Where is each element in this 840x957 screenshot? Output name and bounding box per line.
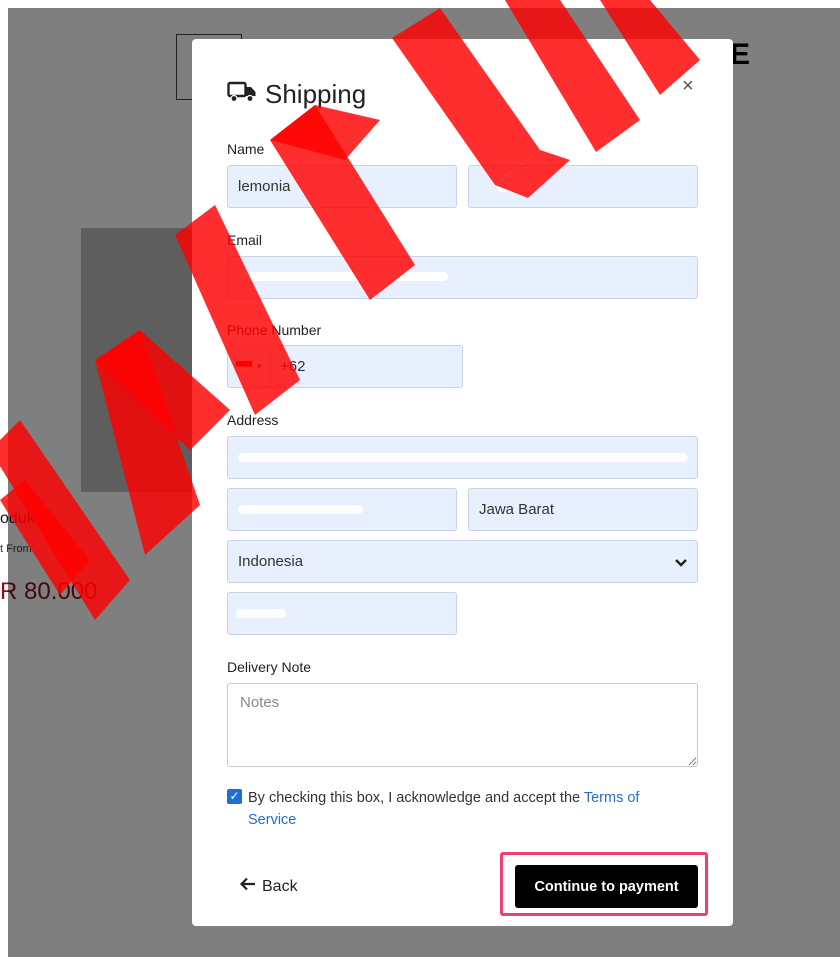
modal-title: Shipping <box>227 79 366 110</box>
country-code-selector[interactable]: ▼ <box>228 346 271 387</box>
last-name-input[interactable] <box>468 165 698 208</box>
street-address-input[interactable] <box>227 436 698 479</box>
redaction-mark <box>238 453 688 462</box>
back-button[interactable]: Back <box>239 877 298 896</box>
phone-input[interactable]: ▼ +62 <box>227 345 463 388</box>
delivery-note-label: Delivery Note <box>227 659 312 675</box>
redaction-mark <box>238 272 448 281</box>
email-input[interactable] <box>227 256 698 299</box>
consent-text: By checking this box, I acknowledge and … <box>248 790 584 806</box>
arrow-left-icon <box>239 877 256 896</box>
redaction-mark <box>236 609 286 618</box>
modal-title-text: Shipping <box>265 79 367 109</box>
redaction-mark <box>497 182 537 192</box>
delivery-note-textarea[interactable] <box>227 683 698 767</box>
continue-to-payment-button[interactable]: Continue to payment <box>515 865 698 908</box>
terms-consent-text: By checking this box, I acknowledge and … <box>248 787 688 831</box>
phone-label: Phone Number <box>227 322 322 338</box>
city-input[interactable] <box>227 488 457 531</box>
name-label: Name <box>227 141 265 157</box>
terms-checkbox[interactable]: ✓ <box>227 789 242 804</box>
country-value: Indonesia <box>238 553 304 570</box>
truck-icon <box>227 79 257 110</box>
chevron-down-icon <box>675 541 687 582</box>
province-value: Jawa Barat <box>479 501 555 518</box>
email-label: Email <box>227 232 263 248</box>
postal-code-input[interactable] <box>227 592 457 635</box>
first-name-input[interactable]: lemonia <box>227 165 457 208</box>
country-select[interactable]: Indonesia <box>227 540 698 583</box>
indonesia-flag-icon <box>234 360 253 373</box>
province-input[interactable]: Jawa Barat <box>468 488 698 531</box>
address-label: Address <box>227 412 279 428</box>
phone-value: +62 <box>280 358 306 375</box>
caret-down-icon: ▼ <box>255 362 264 371</box>
shipping-modal: Shipping × Name lemonia Email Phone Numb… <box>192 39 733 926</box>
redaction-mark <box>238 505 363 514</box>
back-label: Back <box>262 877 298 895</box>
close-button[interactable]: × <box>682 75 694 98</box>
first-name-value: lemonia <box>238 178 291 195</box>
